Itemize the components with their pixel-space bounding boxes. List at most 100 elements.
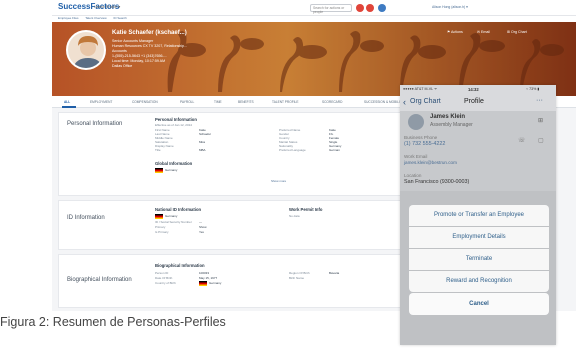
avatar [408,114,424,130]
work-email[interactable]: james.klein@bestrun.com [404,160,457,165]
org-chart-icon[interactable]: ⊞ [538,117,543,124]
figure-caption: Figura 2: Resumen de Personas-Perfiles [0,315,226,329]
section-title: Biographical Information [67,277,132,283]
tab-payroll[interactable]: PAYROLL [180,100,194,104]
field-value: Schaefer [199,132,212,136]
global-information-title: Global Information [155,161,193,166]
field-label: Title [155,148,161,152]
tab-talent-profile[interactable]: TALENT PROFILE [272,100,298,104]
field-label: Birth Name [289,276,305,280]
field-value: Germany [209,281,222,285]
field-label: ID / Social Security Number [155,220,192,224]
email-button[interactable]: ✉ Email [477,30,490,34]
field-label: Preferred Language [279,148,306,152]
home-dropdown[interactable]: Home Profile ▾ [94,4,120,9]
carrier-signal: ●●●●● AT&T M-VL ᯤ [403,87,438,91]
field-value: MBA [199,148,206,152]
status-bar: ●●●●● AT&T M-VL ᯤ 14:32 ⌁ 73% ▮ [400,85,556,95]
personal-information-section: Personal Information Personal Informatio… [58,112,418,196]
location-value: San Francisco (9300-0003) [404,179,470,185]
profile-detail: Local time: Monday, 10:17:59 AM [112,59,166,63]
tab-compensation[interactable]: COMPENSATION [132,100,158,104]
subsection-title: National ID Information [155,207,202,212]
field-value: May 15, 1977 [199,276,218,280]
tab-benefits[interactable]: BENEFITS [238,100,254,104]
employee-title: Assembly Manager [430,122,473,128]
chevron-left-icon[interactable]: ‹ [403,97,406,107]
employee-name: James Klein [430,114,466,120]
field-value: Show [199,225,207,229]
battery-indicator: ⌁ 73% ▮ [526,87,540,91]
work-permit-title: Work Permit Info [289,207,323,212]
profile-photo[interactable] [66,30,106,70]
org-chart-button[interactable]: ⊞ Org Chart [507,30,527,34]
actions-button[interactable]: ⚑ Actions [447,30,463,34]
germany-flag-icon [155,168,163,173]
user-menu[interactable]: Alison Hong (alison.h) ▾ [432,5,468,9]
section-title: Personal Information [67,121,123,127]
chat-icon[interactable]: ▢ [538,137,544,144]
cancel-button[interactable]: Cancel [409,293,549,315]
field-label: Date Of Birth [155,276,173,280]
profile-detail: 1-(555)-215-5643 +1 (343)7656-... [112,54,167,58]
germany-flag-icon [155,214,163,219]
more-button[interactable]: ··· [536,97,543,104]
field-label: Business Phone [404,135,438,140]
top-bar: SuccessFactors Home Profile ▾ Search for… [52,0,576,16]
field-value: Germany [165,214,178,218]
field-value: Yes [199,230,204,234]
work-permit-note: No data [289,214,300,218]
tab-scorecard[interactable]: SCORECARD [322,100,342,104]
field-label: Region Of Birth [289,271,310,275]
effective-date: Effective as of Jan 12, 2014 [155,123,192,127]
employment-details-action[interactable]: Employment Details [409,227,549,248]
field-value: 100033 [199,271,210,275]
profile-detail: Dallas Office [112,64,133,68]
business-phone[interactable]: (1) 732 555-4222 [404,141,445,147]
clock: 14:32 [468,87,479,92]
phone-icon[interactable]: ☏ [518,137,526,144]
global-country: Germany [165,168,178,172]
profile-name: Katie Schaefer (kschaef...) [112,30,187,36]
field-label: Is Primary [155,230,169,234]
subnav-item[interactable]: ID Search [113,16,126,20]
biographical-information-section: Biographical Information Biographical In… [58,254,418,308]
subnav-item[interactable]: Talent Overview [85,16,106,20]
reward-recognition-action[interactable]: Reward and Recognition [409,271,549,292]
id-information-section: ID Information National ID Information G… [58,200,418,250]
terminate-action[interactable]: Terminate [409,249,549,270]
tab-employment[interactable]: EMPLOYMENT [90,100,112,104]
alert-badge[interactable] [366,4,374,12]
tab-succession[interactable]: SUCCESSION & MOBILITY [364,100,404,104]
field-label: Person ID [155,271,169,275]
figure: SuccessFactors Home Profile ▾ Search for… [0,0,576,350]
field-value: Bavaria [329,271,340,275]
field-value: German [329,148,340,152]
employee-card: James Klein Assembly Manager ⊞ Business … [400,111,556,191]
field-value: — [199,220,202,224]
field-label: Work Email [404,154,428,159]
notification-badge[interactable] [356,4,364,12]
tab-all[interactable]: ALL [64,100,70,104]
subsection-title: Biographical Information [155,263,205,268]
back-button[interactable]: Org Chart [410,98,441,105]
nav-bar: ‹ Org Chart Profile ··· [400,95,556,111]
germany-flag-icon [199,281,207,286]
section-title: ID Information [67,215,105,221]
screen-title: Profile [464,98,484,105]
subnav-item[interactable]: Employee Files [58,16,79,20]
field-value: Miss [199,140,206,144]
field-label: Location [404,173,422,178]
mobile-screenshot: ●●●●● AT&T M-VL ᯤ 14:32 ⌁ 73% ▮ ‹ Org Ch… [400,85,556,345]
profile-detail: Human Resources CX TV 3207, Relationship… [112,44,188,48]
user-avatar-small[interactable] [378,4,386,12]
field-label: Primary [155,225,166,229]
subsection-title: Personal Information [155,117,197,122]
search-input[interactable]: Search for actions or people [310,4,352,14]
profile-detail: Accounts [112,49,127,53]
show-more-link[interactable]: Show more [271,179,286,183]
tab-time[interactable]: TIME [214,100,222,104]
action-sheet-overlay: Promote or Transfer an Employee Employme… [400,191,556,345]
profile-detail: Senior Accounts Manager [112,39,154,43]
promote-transfer-action[interactable]: Promote or Transfer an Employee [409,205,549,226]
